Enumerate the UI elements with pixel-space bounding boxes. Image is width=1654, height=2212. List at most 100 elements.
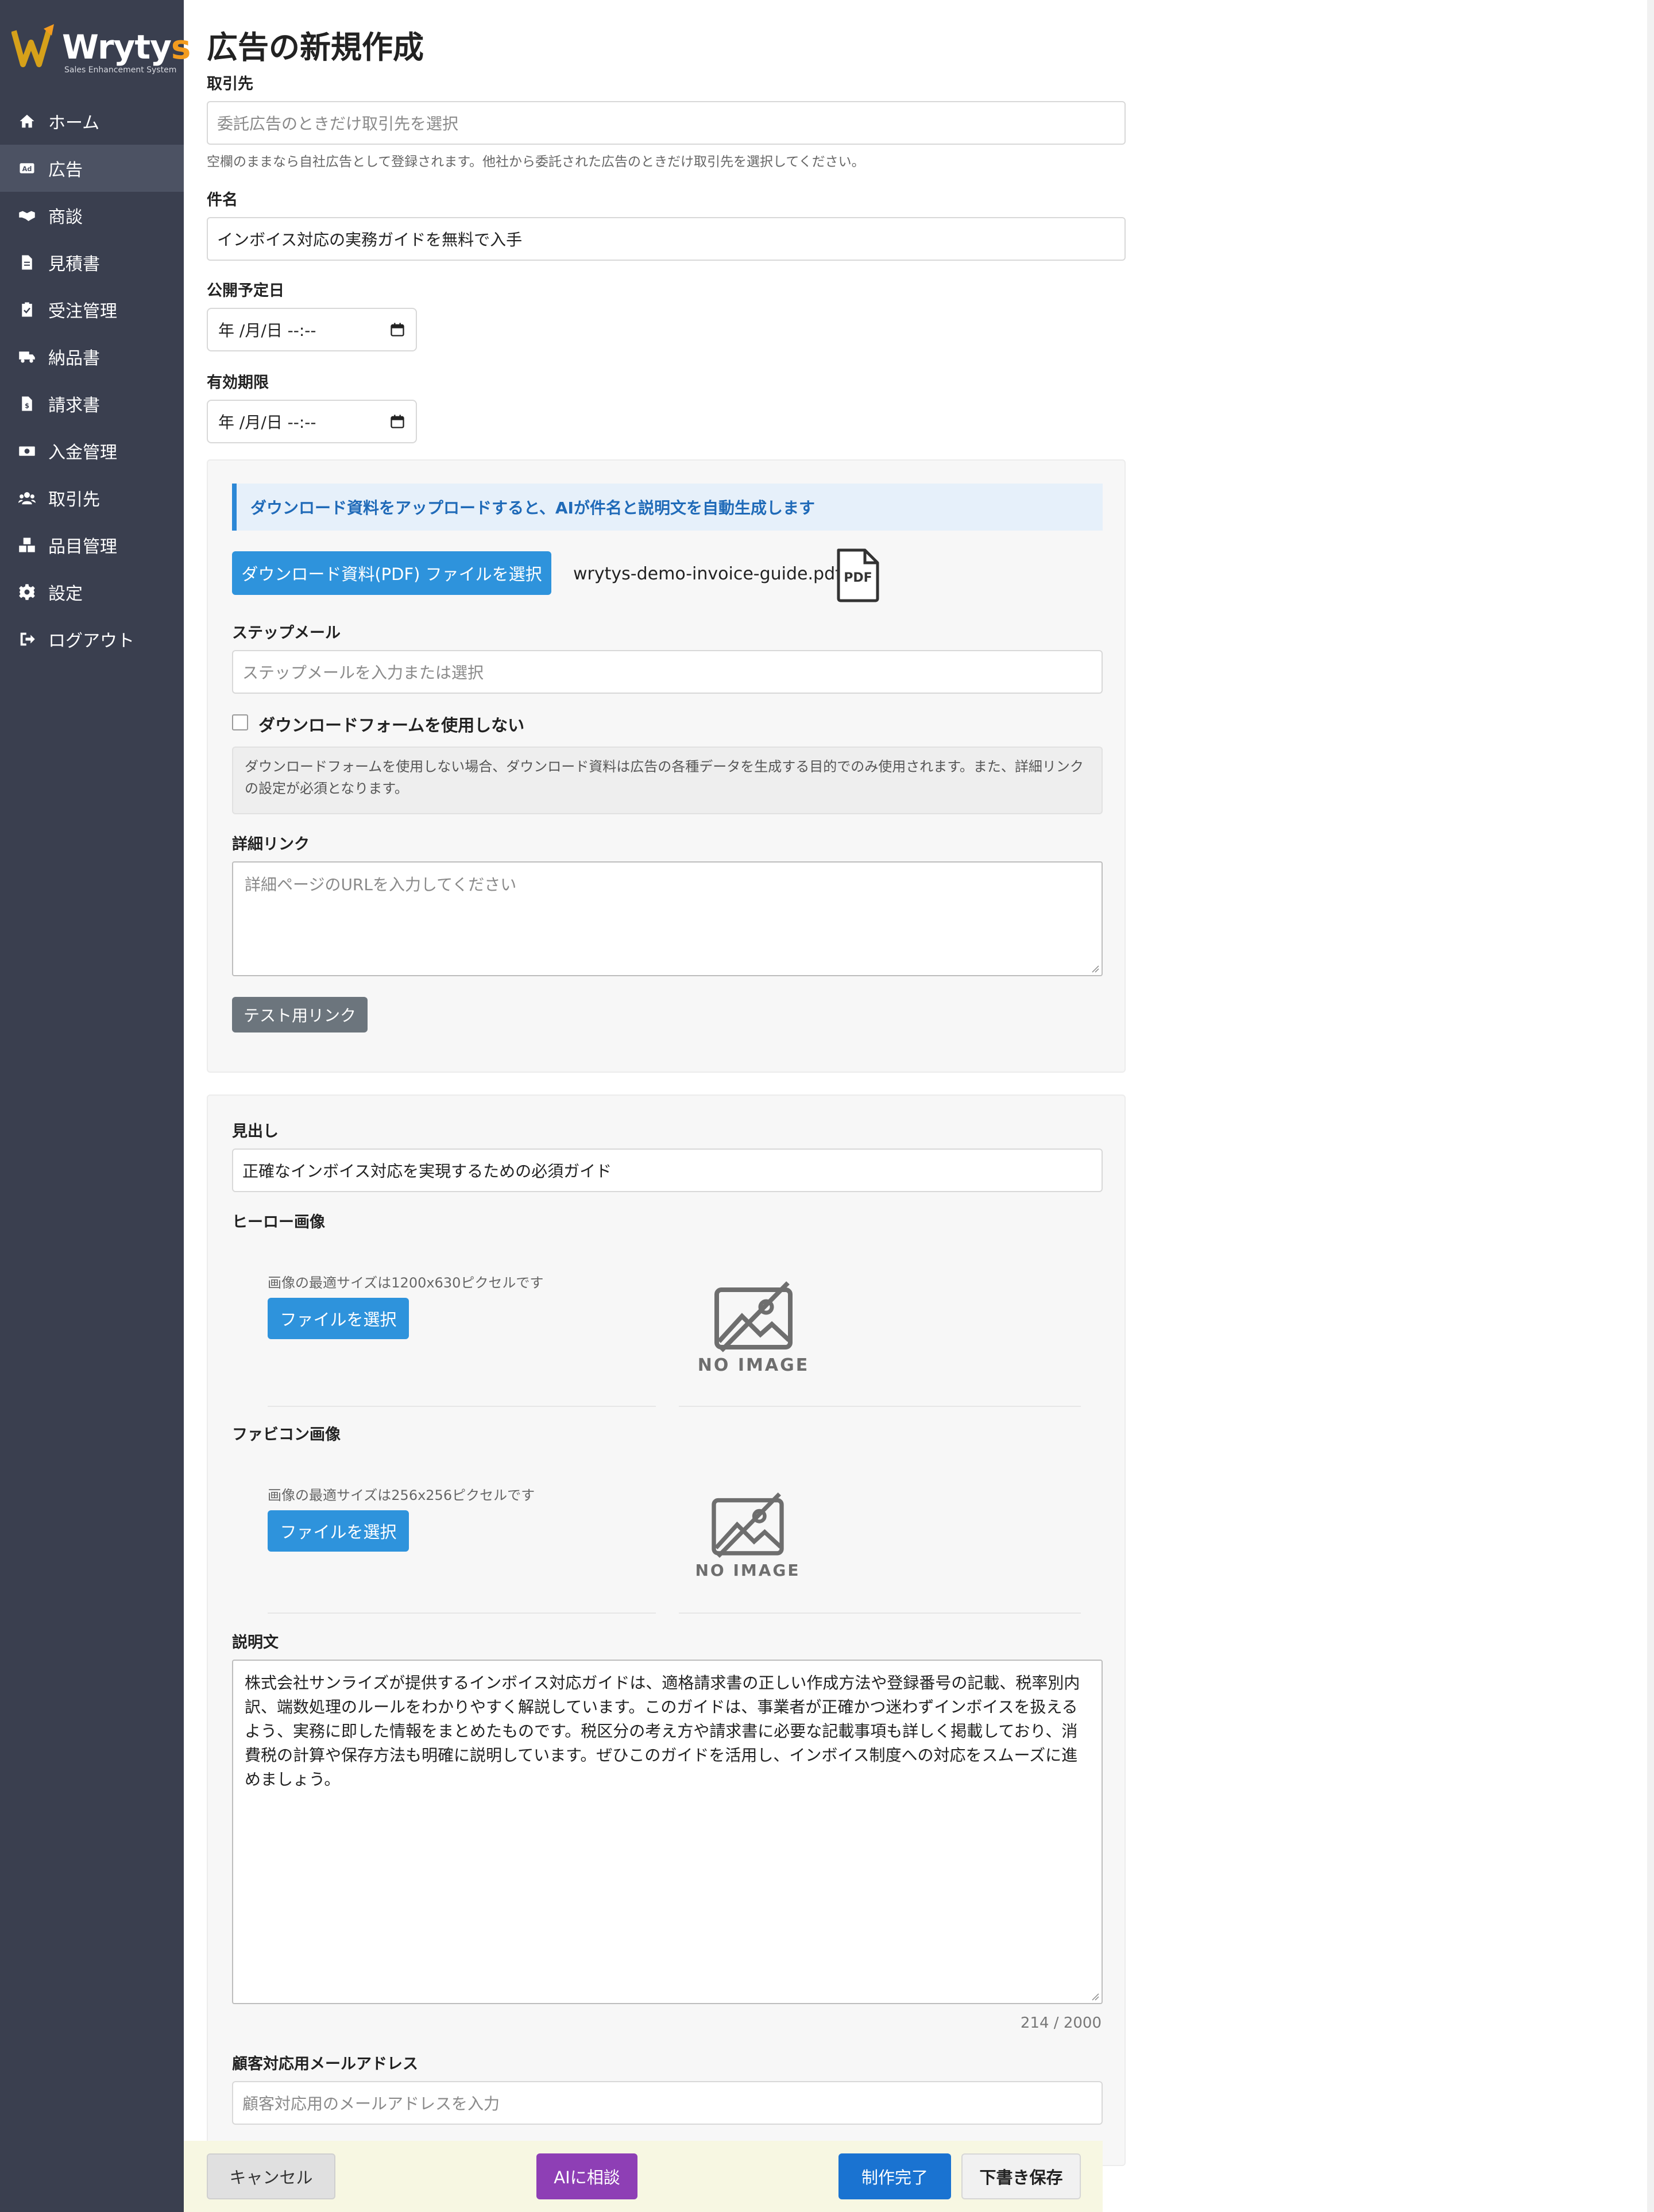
- divider: [268, 1612, 656, 1614]
- favicon-size-hint: 画像の最適サイズは256x256ピクセルです: [268, 1487, 535, 1503]
- divider: [268, 1406, 656, 1407]
- gear-icon: [17, 582, 37, 602]
- logo-mark-icon: [11, 24, 54, 67]
- hero-no-image: NO IMAGE: [696, 1279, 811, 1375]
- sidebar-item-label: 納品書: [48, 349, 100, 369]
- truck-icon: [17, 347, 37, 366]
- resize-grip-icon[interactable]: [1091, 1993, 1099, 2001]
- pdf-filename: wrytys-demo-invoice-guide.pdf: [573, 564, 841, 584]
- pdf-upload-button[interactable]: ダウンロード資料(PDF) ファイルを選択: [232, 551, 551, 595]
- pdf-icon-text: PDF: [844, 571, 872, 585]
- sidebar-item-label: 広告: [48, 160, 83, 180]
- favicon-no-image: NO IMAGE: [690, 1491, 805, 1580]
- content-panel: 見出し 正確なインボイス対応を実現するための必須ガイド ヒーロー画像 画像の最適…: [207, 1095, 1126, 2166]
- brand-logo[interactable]: Wrytys Sales Enhancement System: [11, 23, 191, 80]
- description-label: 説明文: [232, 1634, 279, 1652]
- sidebar-item-label: 請求書: [48, 396, 100, 416]
- svg-text:$: $: [25, 403, 29, 410]
- divider: [679, 1406, 1081, 1407]
- logout-icon: [17, 629, 37, 649]
- sidebar-item-label: 見積書: [48, 254, 100, 274]
- step-mail-label: ステップメール: [232, 624, 341, 642]
- hero-file-button[interactable]: ファイルを選択: [268, 1298, 409, 1339]
- brand-tagline: Sales Enhancement System: [64, 65, 177, 75]
- save-draft-button[interactable]: 下書き保存: [961, 2153, 1081, 2199]
- sidebar-item-deals[interactable]: 商談: [0, 192, 184, 239]
- client-help-text: 空欄のままなら自社広告として登録されます。他社から委託された広告のときだけ取引先…: [207, 154, 865, 169]
- sidebar-item-label: ホーム: [48, 113, 100, 133]
- clipboard-check-icon: [17, 300, 37, 319]
- favicon-file-button[interactable]: ファイルを選択: [268, 1510, 409, 1552]
- no-download-form-label[interactable]: ダウンロードフォームを使用しない: [258, 712, 524, 736]
- page-scrollbar[interactable]: [1647, 0, 1654, 2212]
- favicon-label: ファビコン画像: [232, 1426, 341, 1444]
- footer-action-bar: キャンセル AIに相談 制作完了 下書き保存: [184, 2141, 1103, 2212]
- calendar-icon[interactable]: [389, 413, 405, 430]
- page-title: 広告の新規作成: [207, 29, 424, 65]
- brand-name: Wrytys: [62, 28, 191, 67]
- publish-date-label: 公開予定日: [207, 282, 284, 300]
- calendar-icon[interactable]: [389, 322, 405, 338]
- no-form-note: ダウンロードフォームを使用しない場合、ダウンロード資料は広告の各種データを生成す…: [232, 747, 1103, 814]
- headline-input[interactable]: 正確なインボイス対応を実現するための必須ガイド: [232, 1148, 1103, 1192]
- home-icon: [17, 111, 37, 131]
- ai-consult-button[interactable]: AIに相談: [536, 2153, 637, 2199]
- client-label: 取引先: [207, 75, 253, 93]
- svg-text:Ad: Ad: [22, 165, 32, 173]
- sidebar-item-invoices[interactable]: $ 請求書: [0, 380, 184, 427]
- no-download-form-checkbox[interactable]: [232, 714, 248, 730]
- sidebar-item-label: ログアウト: [48, 631, 134, 651]
- sidebar-item-quotes[interactable]: 見積書: [0, 239, 184, 286]
- sidebar-item-label: 入金管理: [48, 443, 117, 463]
- complete-button[interactable]: 制作完了: [838, 2153, 951, 2199]
- sidebar-item-clients[interactable]: 取引先: [0, 474, 184, 521]
- email-label: 顧客対応用メールアドレス: [232, 2055, 418, 2073]
- sidebar-item-orders[interactable]: 受注管理: [0, 286, 184, 333]
- sidebar-item-label: 設定: [48, 584, 83, 604]
- expiry-label: 有効期限: [207, 374, 269, 392]
- description-textarea[interactable]: 株式会社サンライズが提供するインボイス対応ガイドは、適格請求書の正しい作成方法や…: [232, 1660, 1103, 2004]
- sidebar-item-label: 商談: [48, 207, 83, 227]
- detail-link-label: 詳細リンク: [232, 836, 310, 853]
- subject-label: 件名: [207, 191, 238, 209]
- resize-grip-icon[interactable]: [1091, 965, 1099, 973]
- upload-panel: ダウンロード資料をアップロードすると、AIが件名と説明文を自動生成します ダウン…: [207, 459, 1126, 1073]
- sidebar-nav: ホーム Ad 広告 商談 見積書 受注管理 納品書 $ 請求書 入金管理 取引先…: [0, 98, 184, 663]
- cancel-button[interactable]: キャンセル: [207, 2153, 335, 2199]
- support-email-input[interactable]: 顧客対応用のメールアドレスを入力: [232, 2081, 1103, 2125]
- sidebar-item-settings[interactable]: 設定: [0, 569, 184, 616]
- sidebar: Wrytys Sales Enhancement System ホーム Ad 広…: [0, 0, 191, 2212]
- sidebar-item-ads[interactable]: Ad 広告: [0, 145, 184, 192]
- pdf-file-icon: PDF: [835, 548, 881, 603]
- test-link-button[interactable]: テスト用リンク: [232, 997, 368, 1032]
- boxes-icon: [17, 535, 37, 555]
- step-mail-input[interactable]: ステップメールを入力または選択: [232, 650, 1103, 694]
- subject-input[interactable]: インボイス対応の実務ガイドを無料で入手: [207, 217, 1126, 261]
- hero-image-label: ヒーロー画像: [232, 1213, 325, 1231]
- sidebar-item-label: 受注管理: [48, 301, 117, 322]
- no-image-icon: [712, 1492, 784, 1558]
- invoice-icon: $: [17, 394, 37, 413]
- handshake-icon: [17, 206, 37, 225]
- publish-date-input[interactable]: 年 /月/日 --:--: [207, 308, 417, 351]
- users-icon: [17, 488, 37, 508]
- description-char-counter: 214 / 2000: [1020, 2014, 1102, 2032]
- client-select[interactable]: 委託広告のときだけ取引先を選択: [207, 101, 1126, 145]
- money-icon: [17, 441, 37, 461]
- divider: [679, 1612, 1081, 1614]
- ai-info-banner: ダウンロード資料をアップロードすると、AIが件名と説明文を自動生成します: [232, 484, 1103, 531]
- sidebar-item-products[interactable]: 品目管理: [0, 521, 184, 569]
- hero-size-hint: 画像の最適サイズは1200x630ピクセルです: [268, 1275, 544, 1291]
- detail-link-textarea[interactable]: 詳細ページのURLを入力してください: [232, 861, 1103, 976]
- headline-label: 見出し: [232, 1123, 279, 1140]
- sidebar-item-delivery[interactable]: 納品書: [0, 333, 184, 380]
- sidebar-item-payments[interactable]: 入金管理: [0, 427, 184, 474]
- sidebar-item-label: 品目管理: [48, 537, 117, 557]
- sidebar-item-home[interactable]: ホーム: [0, 98, 184, 145]
- no-image-icon: [714, 1281, 793, 1352]
- expiry-date-input[interactable]: 年 /月/日 --:--: [207, 400, 417, 443]
- sidebar-item-logout[interactable]: ログアウト: [0, 616, 184, 663]
- ad-icon: Ad: [17, 158, 37, 178]
- document-icon: [17, 253, 37, 272]
- sidebar-item-label: 取引先: [48, 490, 100, 510]
